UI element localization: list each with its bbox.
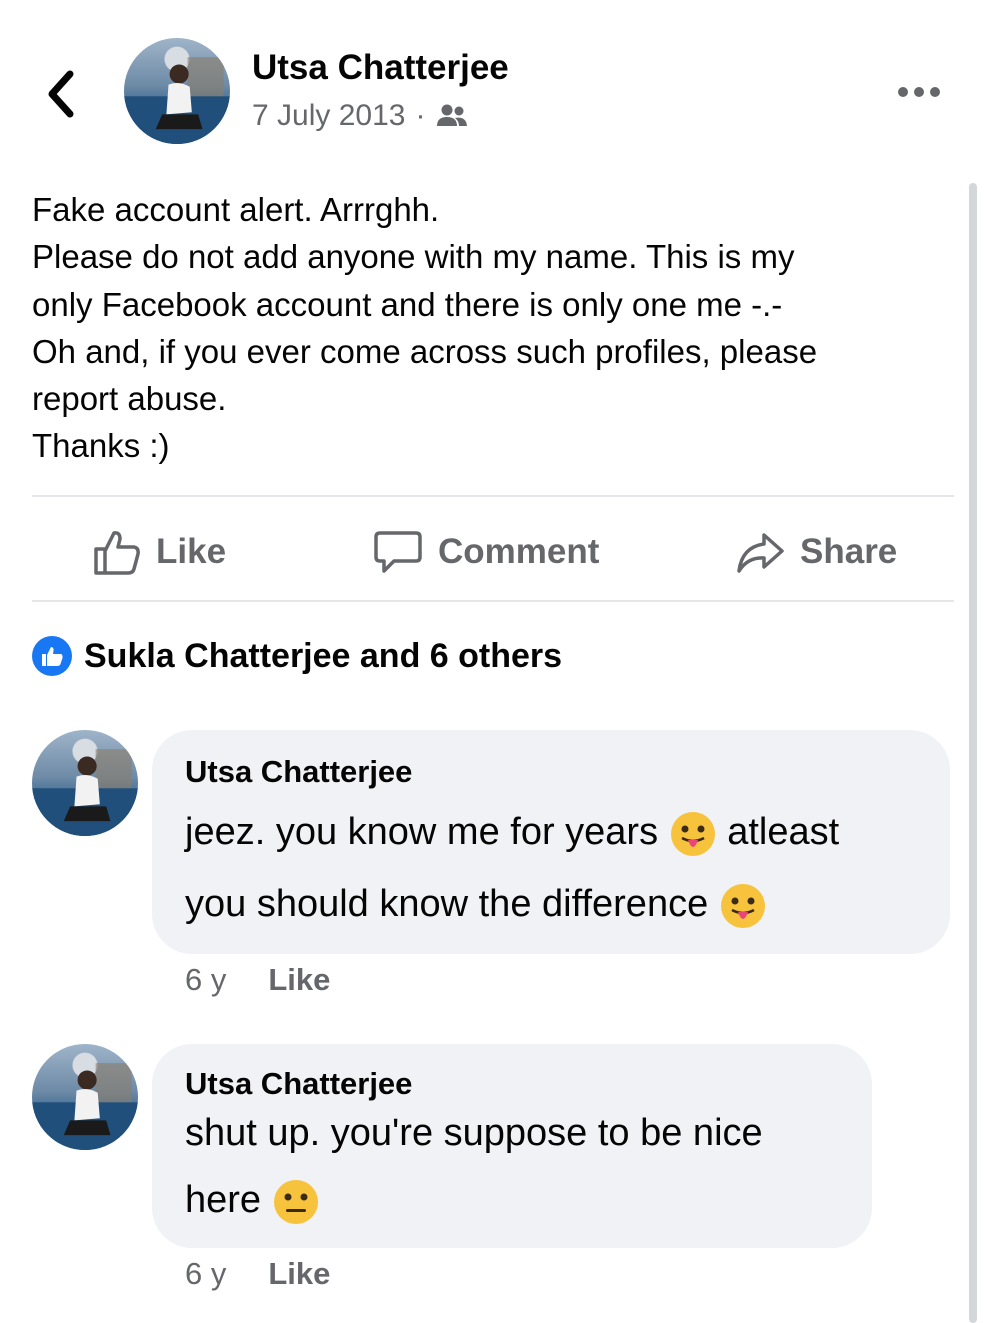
tongue-out-emoji-icon [720,884,765,928]
post-meta: 7 July 2013 · [252,99,469,133]
like-label: Like [156,532,227,571]
comment-like-button[interactable]: Like [268,1256,330,1292]
comment-text-line: shut up. you're suppose to be nice [185,1112,763,1154]
like-button[interactable]: Like [92,524,226,580]
back-button[interactable] [40,66,84,122]
tongue-out-emoji-icon [670,812,715,856]
post-line: Fake account alert. Arrrghh. [32,191,440,228]
post-line: Thanks :) [32,427,170,465]
comment-bubble: Utsa Chatterjee shut up. you're suppose … [152,1044,872,1248]
comment-like-button[interactable]: Like [268,962,330,998]
comment-avatar[interactable] [32,730,138,836]
post-line: report abuse. [32,380,227,418]
comment-icon [374,531,422,573]
comment-text-line: here [185,1178,320,1226]
comment-label: Comment [438,532,600,571]
author-avatar[interactable] [124,38,230,144]
neutral-face-emoji-icon [273,1180,318,1224]
divider-bottom [32,600,954,602]
comment-button[interactable]: Comment [372,524,599,580]
more-dots-icon [898,87,908,97]
friends-icon [437,104,468,126]
post-date[interactable]: 7 July 2013 [252,99,405,133]
divider-top [32,495,954,497]
meta-separator: · [415,99,426,132]
comment-bubble: Utsa Chatterjee jeez. you know me for ye… [152,730,950,954]
reactions-text: Sukla Chatterjee and 6 others [84,636,563,675]
post-line: only Facebook account and there is only … [32,285,783,323]
comment-time[interactable]: 6 y [185,1256,226,1292]
like-reaction-icon [32,636,72,676]
share-icon [737,533,784,573]
reactions-summary[interactable]: Sukla Chatterjee and 6 others [32,636,562,676]
comment-author[interactable]: Utsa Chatterjee [185,1066,412,1102]
chevron-left-icon [48,70,74,118]
post-line: Oh and, if you ever come across such pro… [32,332,818,370]
post-body: Fake account alert. Arrrghh. Please do n… [32,186,952,470]
share-label: Share [800,532,898,571]
avatar-photo [124,57,230,144]
post-line: Please do not add anyone with my name. T… [32,238,795,276]
post-author-name[interactable]: Utsa Chatterjee [252,48,509,88]
comment-avatar[interactable] [32,1044,138,1150]
comment-time[interactable]: 6 y [185,962,226,998]
more-options-button[interactable] [898,80,948,104]
comment-meta: 6 y Like [185,1256,330,1292]
thumbs-up-icon [94,531,140,575]
scrollbar[interactable] [969,183,977,1323]
comment-author[interactable]: Utsa Chatterjee [185,754,412,790]
comment-text-line: you should know the difference [185,882,767,930]
comment-meta: 6 y Like [185,962,330,998]
comment-text-line: jeez. you know me for years atleast [185,810,839,858]
share-button[interactable]: Share [734,524,897,580]
